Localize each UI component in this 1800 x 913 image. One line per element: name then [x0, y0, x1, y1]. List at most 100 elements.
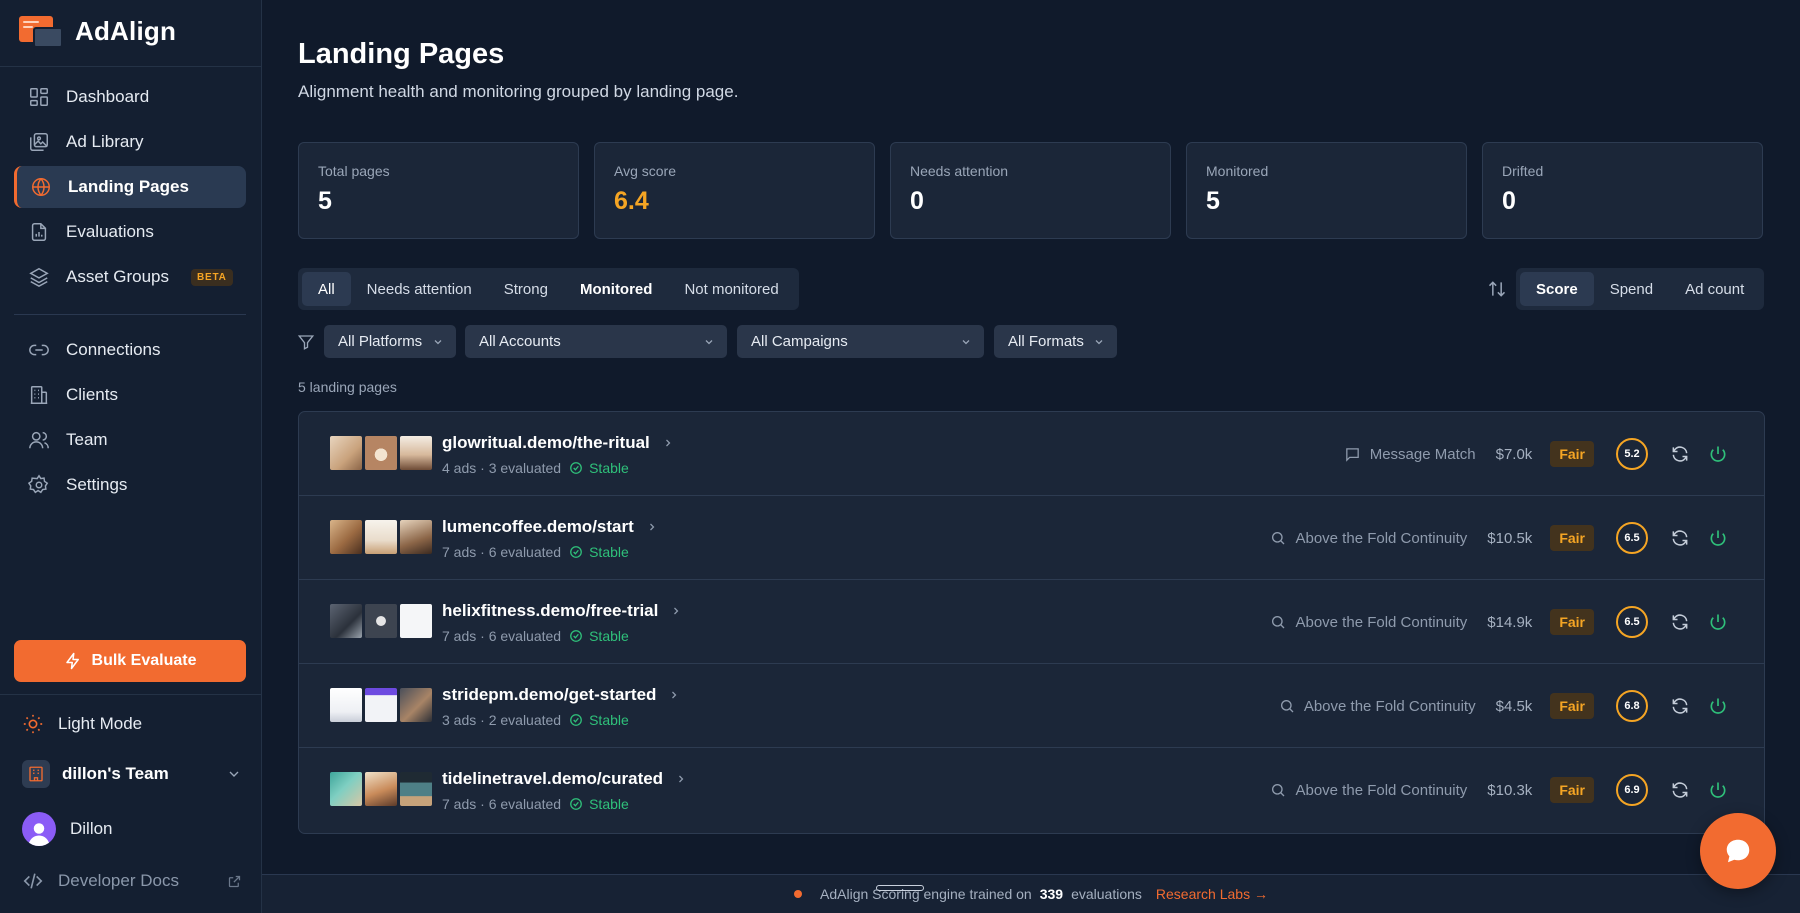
formats-dropdown[interactable]: All Formats [994, 325, 1117, 358]
divider [14, 314, 246, 315]
home-indicator [876, 885, 924, 891]
landing-page-url: lumencoffee.demo/start [442, 517, 634, 536]
refresh-button[interactable] [1670, 612, 1690, 632]
light-mode-toggle[interactable]: Light Mode [22, 713, 142, 735]
sidebar-item-label: Settings [66, 475, 128, 494]
insight-label: Above the Fold Continuity [1270, 530, 1467, 547]
landing-page-link[interactable]: glowritual.demo/the-ritual [442, 433, 674, 453]
bulk-evaluate-button[interactable]: Bulk Evaluate [14, 640, 246, 682]
refresh-button[interactable] [1670, 780, 1690, 800]
accounts-dropdown[interactable]: All Accounts [465, 325, 727, 358]
sidebar-item-connections[interactable]: Connections [14, 329, 246, 371]
sort-icon[interactable] [1487, 279, 1507, 299]
tab-not-monitored[interactable]: Not monitored [668, 272, 794, 306]
tab-monitored[interactable]: Monitored [564, 272, 669, 306]
refresh-button[interactable] [1670, 696, 1690, 716]
dropdown-value: All Formats [1008, 333, 1084, 350]
monitor-toggle-button[interactable] [1708, 612, 1728, 632]
refresh-icon [1672, 614, 1688, 630]
ad-count-text: 3 ads · 2 evaluated [442, 712, 562, 728]
sidebar-item-dashboard[interactable]: Dashboard [14, 76, 246, 118]
table-row[interactable]: glowritual.demo/the-ritual 4 ads · 3 eva… [299, 412, 1764, 496]
table-row[interactable]: lumencoffee.demo/start 7 ads · 6 evaluat… [299, 496, 1764, 580]
sort-score[interactable]: Score [1520, 272, 1594, 306]
tab-strong[interactable]: Strong [488, 272, 564, 306]
research-labs-link[interactable]: Research Labs → [1156, 886, 1268, 902]
sort-ad-count[interactable]: Ad count [1669, 272, 1760, 306]
external-link-icon [228, 875, 241, 887]
chat-button[interactable] [1700, 813, 1776, 889]
dropdown-value: All Platforms [338, 333, 423, 350]
ad-count-text: 7 ads · 6 evaluated [442, 544, 562, 560]
row-metrics: Above the Fold Continuity $14.9k Fair 6.… [1270, 580, 1728, 664]
table-row[interactable]: stridepm.demo/get-started 3 ads · 2 eval… [299, 664, 1764, 748]
spend-value: $4.5k [1495, 697, 1533, 715]
layers-icon [29, 267, 49, 288]
page-title: Landing Pages [298, 38, 505, 70]
row-meta: 7 ads · 6 evaluated Stable [442, 796, 629, 812]
monitor-toggle-button[interactable] [1708, 696, 1728, 716]
globe-icon [32, 178, 50, 196]
power-icon [1710, 698, 1726, 714]
sidebar-item-ad-library[interactable]: Ad Library [14, 121, 246, 163]
sidebar-item-landing-pages[interactable]: Landing Pages [14, 166, 246, 208]
stat-card-avg-score: Avg score 6.4 [594, 142, 875, 239]
app-logo[interactable]: AdAlign [19, 14, 176, 48]
status-dot [794, 890, 803, 898]
landing-page-link[interactable]: tidelinetravel.demo/curated [442, 769, 687, 789]
table-row[interactable]: tidelinetravel.demo/curated 7 ads · 6 ev… [299, 748, 1764, 832]
sidebar-item-evaluations[interactable]: Evaluations [14, 211, 246, 253]
landing-page-link[interactable]: lumencoffee.demo/start [442, 517, 658, 537]
ad-thumbnails [330, 688, 432, 722]
spend-value: $10.3k [1487, 781, 1533, 799]
footer-bar: AdAlign Scoring engine trained on 339 ev… [262, 874, 1800, 913]
power-icon [1710, 614, 1726, 630]
power-icon [1710, 530, 1726, 546]
tab-all[interactable]: All [302, 272, 351, 306]
spend-value: $14.9k [1487, 613, 1533, 631]
sidebar-item-label: Clients [66, 385, 118, 404]
insight-text: Above the Fold Continuity [1295, 781, 1468, 799]
tab-needs-attention[interactable]: Needs attention [351, 272, 488, 306]
monitor-toggle-button[interactable] [1708, 444, 1728, 464]
avatar [22, 812, 56, 846]
landing-page-link[interactable]: stridepm.demo/get-started [442, 685, 680, 705]
stat-label: Drifted [1502, 163, 1544, 179]
landing-page-url: stridepm.demo/get-started [442, 685, 657, 704]
score-circle: 6.5 [1616, 606, 1648, 638]
ad-count-text: 7 ads · 6 evaluated [442, 796, 562, 812]
ad-thumbnail [400, 604, 432, 638]
refresh-icon [1672, 782, 1688, 798]
table-row[interactable]: helixfitness.demo/free-trial 7 ads · 6 e… [299, 580, 1764, 664]
divider [0, 694, 262, 695]
check-circle-icon [570, 630, 582, 642]
sidebar-item-settings[interactable]: Settings [14, 464, 246, 506]
stat-card-needs-attention: Needs attention 0 [890, 142, 1171, 239]
user-profile[interactable]: Dillon [22, 812, 113, 846]
row-metrics: Above the Fold Continuity $10.3k Fair 6.… [1270, 748, 1728, 832]
refresh-button[interactable] [1670, 444, 1690, 464]
sidebar-item-clients[interactable]: Clients [14, 374, 246, 416]
monitor-toggle-button[interactable] [1708, 528, 1728, 548]
sort-tabs: Score Spend Ad count [1516, 268, 1765, 310]
landing-page-link[interactable]: helixfitness.demo/free-trial [442, 601, 682, 621]
document-chart-icon [31, 223, 47, 241]
insight-text: Above the Fold Continuity [1303, 697, 1476, 715]
ad-thumbnail [365, 688, 397, 722]
sidebar-item-label: Dashboard [66, 87, 150, 106]
app-name: AdAlign [75, 15, 177, 46]
stat-card-total-pages: Total pages 5 [298, 142, 579, 239]
platforms-dropdown[interactable]: All Platforms [324, 325, 456, 358]
monitor-toggle-button[interactable] [1708, 780, 1728, 800]
campaigns-dropdown[interactable]: All Campaigns [737, 325, 984, 358]
sidebar-item-asset-groups[interactable]: Asset Groups BETA [14, 256, 246, 298]
sort-spend[interactable]: Spend [1594, 272, 1669, 306]
stat-label: Avg score [614, 163, 676, 179]
sidebar-item-team[interactable]: Team [14, 419, 246, 461]
light-mode-label: Light Mode [58, 714, 143, 733]
team-selector[interactable]: dillon's Team [22, 760, 242, 788]
ad-thumbnail [330, 604, 362, 638]
refresh-button[interactable] [1670, 528, 1690, 548]
insight-label: Above the Fold Continuity [1279, 698, 1476, 715]
developer-docs-link[interactable]: Developer Docs [22, 870, 242, 892]
